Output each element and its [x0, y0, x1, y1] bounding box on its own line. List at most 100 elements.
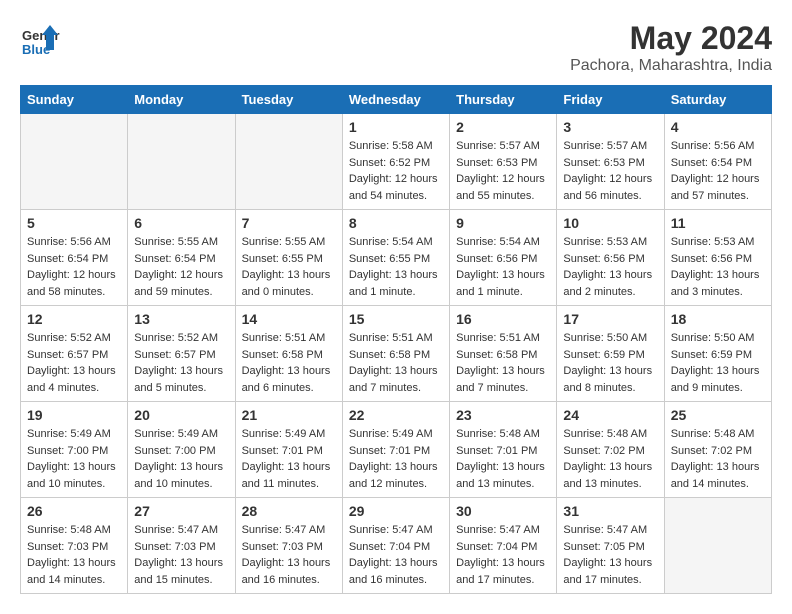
day-detail: Sunrise: 5:55 AM Sunset: 6:55 PM Dayligh… [242, 234, 336, 300]
calendar-cell: 19 Sunrise: 5:49 AM Sunset: 7:00 PM Dayli… [21, 402, 128, 498]
day-detail: Sunrise: 5:56 AM Sunset: 6:54 PM Dayligh… [27, 234, 121, 300]
calendar-cell: 30Sunrise: 5:47 AM Sunset: 7:04 PM Dayli… [450, 498, 557, 594]
calendar-cell: 13Sunrise: 5:52 AM Sunset: 6:57 PM Dayli… [128, 306, 235, 402]
day-detail: Sunrise: 5:48 AM Sunset: 7:02 PM Dayligh… [671, 426, 765, 492]
day-number: 25 [671, 407, 765, 423]
calendar-table: SundayMondayTuesdayWednesdayThursdayFrid… [20, 85, 772, 594]
day-detail: Sunrise: 5:48 AM Sunset: 7:03 PM Dayligh… [27, 522, 121, 588]
weekday-header-saturday: Saturday [664, 86, 771, 114]
calendar-cell: 1 Sunrise: 5:58 AM Sunset: 6:52 PM Daylig… [342, 114, 449, 210]
day-detail: Sunrise: 5:51 AM Sunset: 6:58 PM Dayligh… [456, 330, 550, 396]
day-number: 1 [349, 119, 443, 135]
month-year: May 2024 [570, 20, 772, 57]
day-detail: Sunrise: 5:52 AM Sunset: 6:57 PM Dayligh… [134, 330, 228, 396]
day-number: 20 [134, 407, 228, 423]
weekday-header-thursday: Thursday [450, 86, 557, 114]
day-detail: Sunrise: 5:47 AM Sunset: 7:03 PM Dayligh… [242, 522, 336, 588]
day-number: 15 [349, 311, 443, 327]
weekday-header-tuesday: Tuesday [235, 86, 342, 114]
day-number: 4 [671, 119, 765, 135]
calendar-cell: 14 Sunrise: 5:51 AM Sunset: 6:58 PM Dayli… [235, 306, 342, 402]
day-number: 26 [27, 503, 121, 519]
day-detail: Sunrise: 5:49 AM Sunset: 7:00 PM Dayligh… [134, 426, 228, 492]
calendar-cell: 24 Sunrise: 5:48 AM Sunset: 7:02 PM Dayli… [557, 402, 664, 498]
day-number: 23 [456, 407, 550, 423]
day-detail: Sunrise: 5:48 AM Sunset: 7:02 PM Dayligh… [563, 426, 657, 492]
calendar-cell: 20 Sunrise: 5:49 AM Sunset: 7:00 PM Dayli… [128, 402, 235, 498]
calendar-cell: 22 Sunrise: 5:49 AM Sunset: 7:01 PM Dayli… [342, 402, 449, 498]
day-detail: Sunrise: 5:51 AM Sunset: 6:58 PM Dayligh… [349, 330, 443, 396]
day-number: 19 [27, 407, 121, 423]
calendar-cell: 9 Sunrise: 5:54 AM Sunset: 6:56 PM Daylig… [450, 210, 557, 306]
day-number: 17 [563, 311, 657, 327]
calendar-cell: 15 Sunrise: 5:51 AM Sunset: 6:58 PM Dayli… [342, 306, 449, 402]
calendar-cell: 5 Sunrise: 5:56 AM Sunset: 6:54 PM Daylig… [21, 210, 128, 306]
calendar-week-2: 5 Sunrise: 5:56 AM Sunset: 6:54 PM Daylig… [21, 210, 772, 306]
day-number: 27 [134, 503, 228, 519]
day-number: 2 [456, 119, 550, 135]
calendar-header: SundayMondayTuesdayWednesdayThursdayFrid… [21, 86, 772, 114]
day-number: 14 [242, 311, 336, 327]
day-number: 29 [349, 503, 443, 519]
day-number: 5 [27, 215, 121, 231]
svg-text:General: General [22, 28, 60, 43]
day-detail: Sunrise: 5:52 AM Sunset: 6:57 PM Dayligh… [27, 330, 121, 396]
day-detail: Sunrise: 5:49 AM Sunset: 7:00 PM Dayligh… [27, 426, 121, 492]
calendar-cell: 6 Sunrise: 5:55 AM Sunset: 6:54 PM Daylig… [128, 210, 235, 306]
calendar-cell: 12 Sunrise: 5:52 AM Sunset: 6:57 PM Dayli… [21, 306, 128, 402]
calendar-cell: 8Sunrise: 5:54 AM Sunset: 6:55 PM Daylig… [342, 210, 449, 306]
calendar-cell: 16Sunrise: 5:51 AM Sunset: 6:58 PM Dayli… [450, 306, 557, 402]
day-detail: Sunrise: 5:53 AM Sunset: 6:56 PM Dayligh… [563, 234, 657, 300]
day-detail: Sunrise: 5:54 AM Sunset: 6:55 PM Dayligh… [349, 234, 443, 300]
page-header: General Blue May 2024 Pachora, Maharasht… [20, 20, 772, 75]
calendar-cell: 28 Sunrise: 5:47 AM Sunset: 7:03 PM Dayli… [235, 498, 342, 594]
day-detail: Sunrise: 5:53 AM Sunset: 6:56 PM Dayligh… [671, 234, 765, 300]
calendar-cell: 4Sunrise: 5:56 AM Sunset: 6:54 PM Daylig… [664, 114, 771, 210]
day-detail: Sunrise: 5:49 AM Sunset: 7:01 PM Dayligh… [242, 426, 336, 492]
day-number: 7 [242, 215, 336, 231]
calendar-cell [128, 114, 235, 210]
calendar-cell: 7 Sunrise: 5:55 AM Sunset: 6:55 PM Daylig… [235, 210, 342, 306]
weekday-header-wednesday: Wednesday [342, 86, 449, 114]
calendar-cell [21, 114, 128, 210]
logo: General Blue [20, 20, 65, 60]
day-number: 9 [456, 215, 550, 231]
day-detail: Sunrise: 5:49 AM Sunset: 7:01 PM Dayligh… [349, 426, 443, 492]
day-number: 12 [27, 311, 121, 327]
calendar-week-5: 26 Sunrise: 5:48 AM Sunset: 7:03 PM Dayli… [21, 498, 772, 594]
day-number: 31 [563, 503, 657, 519]
day-number: 24 [563, 407, 657, 423]
day-detail: Sunrise: 5:47 AM Sunset: 7:05 PM Dayligh… [563, 522, 657, 588]
calendar-cell: 27 Sunrise: 5:47 AM Sunset: 7:03 PM Dayli… [128, 498, 235, 594]
day-number: 10 [563, 215, 657, 231]
day-detail: Sunrise: 5:54 AM Sunset: 6:56 PM Dayligh… [456, 234, 550, 300]
day-number: 6 [134, 215, 228, 231]
day-number: 11 [671, 215, 765, 231]
day-detail: Sunrise: 5:47 AM Sunset: 7:04 PM Dayligh… [456, 522, 550, 588]
day-detail: Sunrise: 5:55 AM Sunset: 6:54 PM Dayligh… [134, 234, 228, 300]
day-detail: Sunrise: 5:58 AM Sunset: 6:52 PM Dayligh… [349, 138, 443, 204]
title-block: May 2024 Pachora, Maharashtra, India [570, 20, 772, 75]
calendar-cell: 26 Sunrise: 5:48 AM Sunset: 7:03 PM Dayli… [21, 498, 128, 594]
weekday-header-monday: Monday [128, 86, 235, 114]
day-number: 28 [242, 503, 336, 519]
day-detail: Sunrise: 5:57 AM Sunset: 6:53 PM Dayligh… [456, 138, 550, 204]
day-number: 22 [349, 407, 443, 423]
weekday-header-friday: Friday [557, 86, 664, 114]
day-detail: Sunrise: 5:51 AM Sunset: 6:58 PM Dayligh… [242, 330, 336, 396]
day-detail: Sunrise: 5:57 AM Sunset: 6:53 PM Dayligh… [563, 138, 657, 204]
calendar-cell: 29 Sunrise: 5:47 AM Sunset: 7:04 PM Dayli… [342, 498, 449, 594]
calendar-cell: 11 Sunrise: 5:53 AM Sunset: 6:56 PM Dayli… [664, 210, 771, 306]
day-detail: Sunrise: 5:48 AM Sunset: 7:01 PM Dayligh… [456, 426, 550, 492]
calendar-cell: 10 Sunrise: 5:53 AM Sunset: 6:56 PM Dayli… [557, 210, 664, 306]
day-detail: Sunrise: 5:47 AM Sunset: 7:04 PM Dayligh… [349, 522, 443, 588]
calendar-body: 1 Sunrise: 5:58 AM Sunset: 6:52 PM Daylig… [21, 114, 772, 594]
day-detail: Sunrise: 5:47 AM Sunset: 7:03 PM Dayligh… [134, 522, 228, 588]
calendar-cell [235, 114, 342, 210]
calendar-cell [664, 498, 771, 594]
location: Pachora, Maharashtra, India [570, 57, 772, 75]
calendar-cell: 17 Sunrise: 5:50 AM Sunset: 6:59 PM Dayli… [557, 306, 664, 402]
day-number: 3 [563, 119, 657, 135]
calendar-cell: 21Sunrise: 5:49 AM Sunset: 7:01 PM Dayli… [235, 402, 342, 498]
day-detail: Sunrise: 5:50 AM Sunset: 6:59 PM Dayligh… [563, 330, 657, 396]
